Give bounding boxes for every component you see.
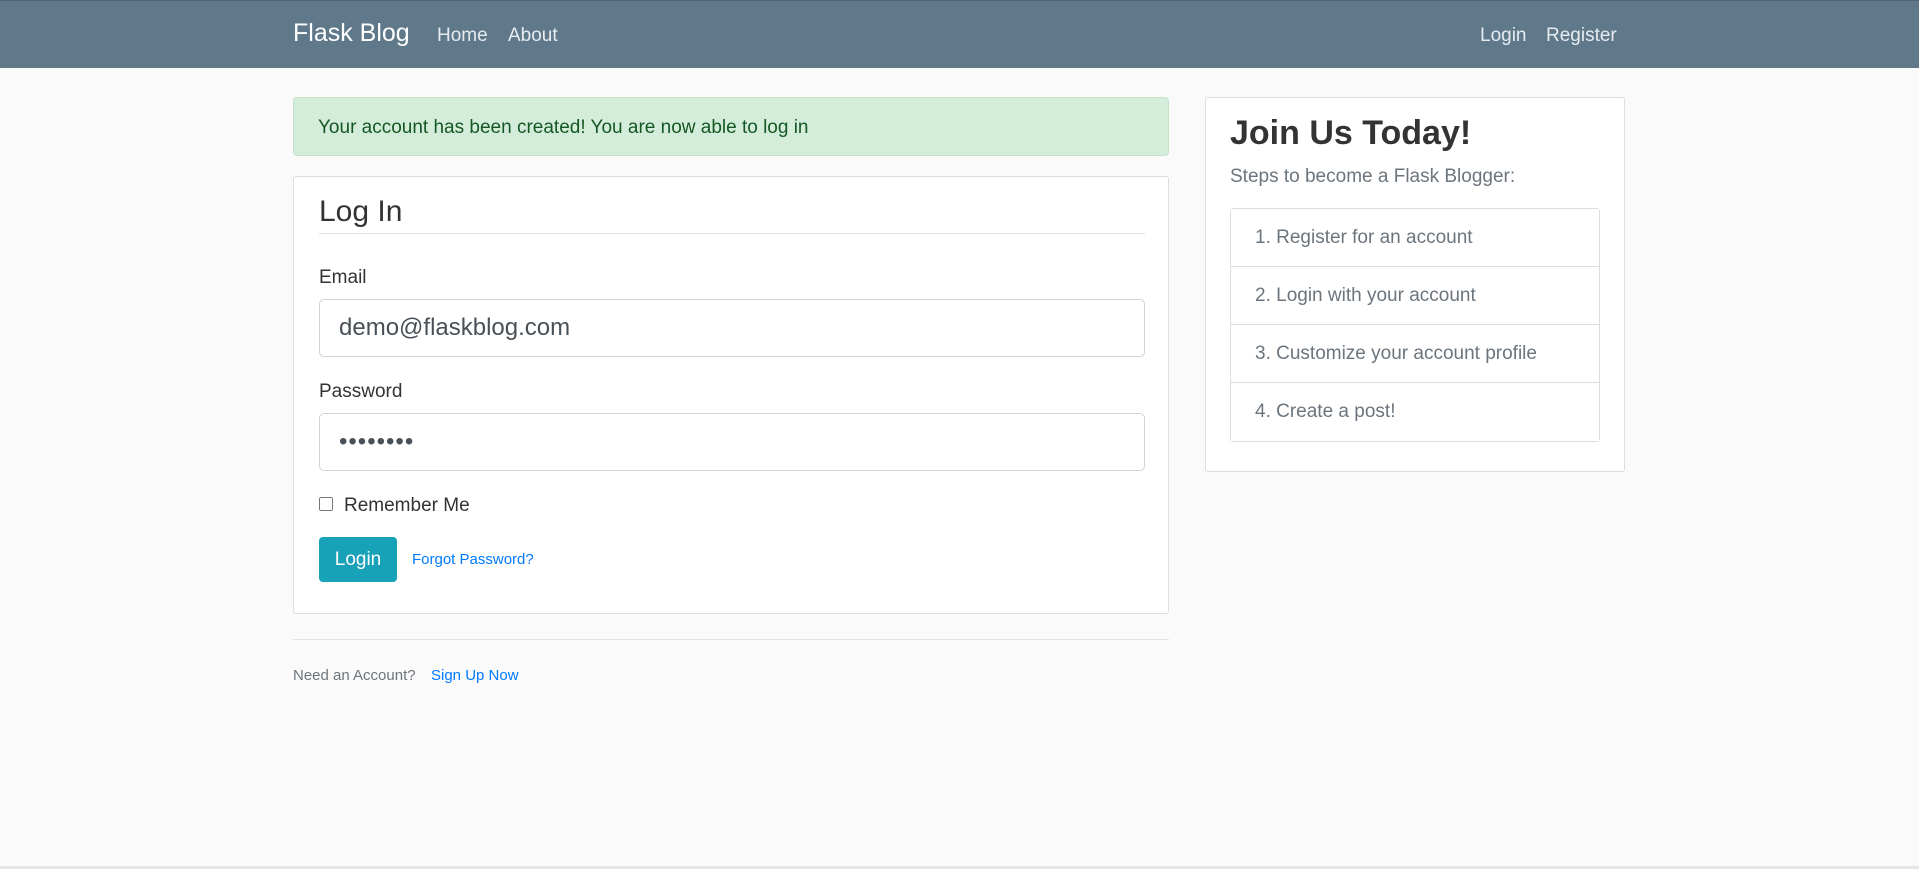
password-label: Password [319,381,403,402]
nav-about-link[interactable]: About [508,25,558,47]
list-item: 1. Register for an account [1231,209,1599,267]
login-button[interactable]: Login [319,537,397,582]
password-field[interactable]: •••••••• [319,413,1145,471]
login-legend: Log In [319,195,403,228]
nav-login-link[interactable]: Login [1480,25,1527,47]
top-navbar: Flask Blog Home About Login Register [0,0,1919,68]
legend-divider [319,233,1145,234]
footer-divider [293,639,1169,640]
join-us-card: Join Us Today! Steps to become a Flask B… [1205,97,1625,472]
forgot-password-link[interactable]: Forgot Password? [412,551,534,568]
remember-me-checkbox[interactable] [319,497,333,511]
steps-list: 1. Register for an account 2. Login with… [1230,208,1600,442]
email-field[interactable]: demo@flaskblog.com [319,299,1145,357]
list-item: 4. Create a post! [1231,383,1599,441]
list-item: 2. Login with your account [1231,267,1599,325]
email-label: Email [319,267,367,288]
login-card: Log In Email demo@flaskblog.com Password… [293,176,1169,614]
need-account-text: Need an Account? [293,667,416,684]
nav-register-link[interactable]: Register [1546,25,1617,47]
list-item: 3. Customize your account profile [1231,325,1599,383]
brand-link[interactable]: Flask Blog [293,19,410,48]
join-us-title: Join Us Today! [1230,114,1472,152]
remember-me-label[interactable]: Remember Me [344,495,470,517]
join-us-subtitle: Steps to become a Flask Blogger: [1230,166,1516,187]
nav-home-link[interactable]: Home [437,25,488,47]
success-alert: Your account has been created! You are n… [293,97,1169,156]
sign-up-link[interactable]: Sign Up Now [431,667,519,684]
